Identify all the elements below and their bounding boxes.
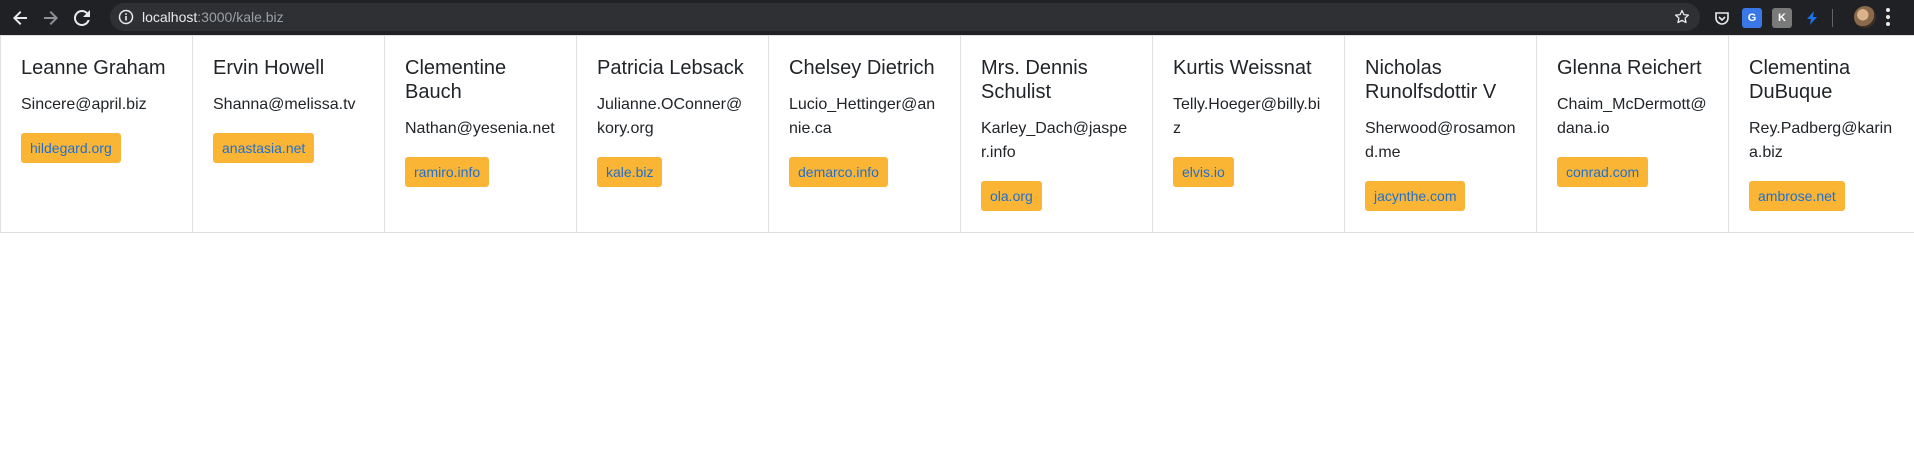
- user-card: Clementina DuBuque Rey.Padberg@karina.bi…: [1729, 36, 1914, 232]
- user-email: Sincere@april.biz: [21, 96, 147, 113]
- user-name: Chelsey Dietrich: [789, 57, 935, 79]
- url-text: localhost:3000/kale.biz: [142, 9, 284, 25]
- user-email: Chaim_McDermott@dana.io: [1557, 96, 1707, 137]
- user-card: Glenna Reichert Chaim_McDermott@dana.io …: [1537, 36, 1729, 232]
- user-website-button[interactable]: ambrose.net: [1749, 181, 1845, 211]
- bolt-icon[interactable]: [1802, 8, 1822, 28]
- extension-k-icon[interactable]: K: [1772, 7, 1792, 28]
- user-website-button[interactable]: anastasia.net: [213, 133, 315, 163]
- user-card: Leanne Graham Sincere@april.biz hildegar…: [1, 36, 193, 232]
- user-email: Lucio_Hettinger@annie.ca: [789, 96, 936, 137]
- user-website-button[interactable]: conrad.com: [1557, 157, 1649, 187]
- user-name: Ervin Howell: [213, 57, 325, 79]
- user-email: Sherwood@rosamond.me: [1365, 120, 1516, 161]
- browser-toolbar: localhost:3000/kale.biz G K: [0, 0, 1914, 35]
- user-card: Mrs. Dennis Schulist Karley_Dach@jasper.…: [961, 36, 1153, 232]
- extension-icons: G K: [1712, 0, 1833, 35]
- address-bar[interactable]: localhost:3000/kale.biz: [110, 3, 1700, 31]
- info-icon[interactable]: [118, 9, 134, 25]
- user-website-button[interactable]: elvis.io: [1173, 157, 1234, 187]
- user-name: Clementina DuBuque: [1749, 57, 1851, 103]
- profile-avatar[interactable]: [1854, 6, 1876, 28]
- user-name: Leanne Graham: [21, 57, 166, 79]
- user-card: Patricia Lebsack Julianne.OConner@kory.o…: [577, 36, 769, 232]
- user-card: Clementine Bauch Nathan@yesenia.net rami…: [385, 36, 577, 232]
- user-email: Shanna@melissa.tv: [213, 96, 356, 113]
- toolbar-divider: [1832, 8, 1833, 27]
- user-email: Karley_Dach@jasper.info: [981, 120, 1128, 161]
- url-host: localhost: [142, 9, 198, 25]
- star-icon[interactable]: [1674, 9, 1690, 25]
- user-name: Glenna Reichert: [1557, 57, 1702, 79]
- user-card: Nicholas Runolfsdottir V Sherwood@rosamo…: [1345, 36, 1537, 232]
- user-card: Chelsey Dietrich Lucio_Hettinger@annie.c…: [769, 36, 961, 232]
- translate-icon[interactable]: G: [1742, 7, 1762, 28]
- user-name: Patricia Lebsack: [597, 57, 744, 79]
- pocket-icon[interactable]: [1712, 8, 1732, 28]
- user-name: Clementine Bauch: [405, 57, 507, 103]
- kebab-menu-icon[interactable]: [1886, 8, 1890, 26]
- user-name: Mrs. Dennis Schulist: [981, 57, 1088, 103]
- user-card: Kurtis Weissnat Telly.Hoeger@billy.biz e…: [1153, 36, 1345, 232]
- user-website-button[interactable]: ola.org: [981, 181, 1042, 211]
- user-email: Telly.Hoeger@billy.biz: [1173, 96, 1321, 137]
- user-name: Nicholas Runolfsdottir V: [1365, 57, 1497, 103]
- user-email: Rey.Padberg@karina.biz: [1749, 120, 1893, 161]
- user-website-button[interactable]: demarco.info: [789, 157, 888, 187]
- forward-arrow-icon[interactable]: [40, 7, 62, 29]
- user-website-button[interactable]: ramiro.info: [405, 157, 490, 187]
- user-card: Ervin Howell Shanna@melissa.tv anastasia…: [193, 36, 385, 232]
- back-arrow-icon[interactable]: [9, 7, 31, 29]
- user-website-button[interactable]: hildegard.org: [21, 133, 121, 163]
- user-website-button[interactable]: kale.biz: [597, 157, 663, 187]
- user-name: Kurtis Weissnat: [1173, 57, 1312, 79]
- user-card-row: Leanne Graham Sincere@april.biz hildegar…: [0, 35, 1914, 233]
- user-website-button[interactable]: jacynthe.com: [1365, 181, 1466, 211]
- user-email: Julianne.OConner@kory.org: [597, 96, 743, 137]
- url-path: :3000/kale.biz: [197, 9, 284, 25]
- user-email: Nathan@yesenia.net: [405, 120, 555, 137]
- reload-icon[interactable]: [71, 7, 93, 29]
